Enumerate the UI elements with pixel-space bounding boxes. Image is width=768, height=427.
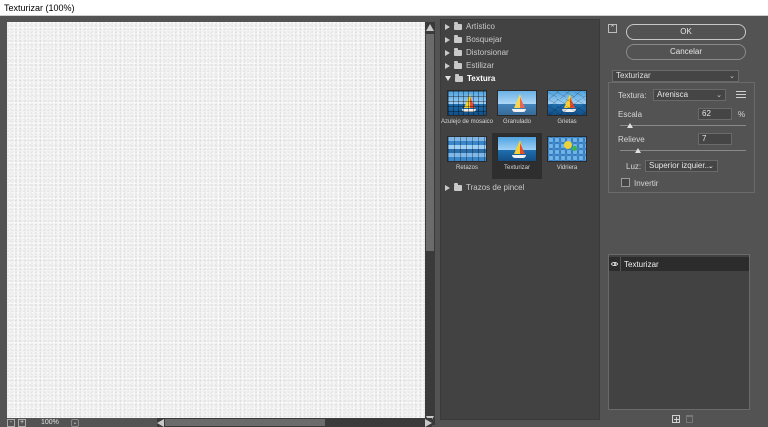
expand-triangle-icon (445, 184, 450, 191)
filter-thumbnail (547, 90, 587, 116)
chevron-down-icon: ⌄ (708, 163, 714, 170)
filter-label: Grietas (557, 119, 577, 125)
filter-label: Vidriera (556, 165, 578, 171)
horizontal-scroll-thumb[interactable] (165, 419, 325, 426)
relieve-label: Relieve (618, 135, 645, 144)
effect-layers-panel: Texturizar (608, 254, 750, 410)
luz-select-value: Superior izquier... (649, 161, 712, 170)
filter-vidriera[interactable]: Vidriera (542, 133, 592, 179)
filter-thumbnail (447, 90, 487, 116)
trash-icon[interactable] (686, 415, 693, 423)
zoom-dropdown-button[interactable]: ⌄ (71, 418, 79, 427)
filter-select[interactable]: Texturizar ⌄ (612, 70, 739, 82)
textura-select[interactable]: Arenisca ⌄ (653, 89, 726, 101)
category-label: Estilizar (466, 61, 495, 70)
filter-grietas[interactable]: Grietas (542, 87, 592, 133)
category-bosquejar[interactable]: Bosquejar (441, 33, 599, 46)
folder-icon (454, 35, 462, 43)
category-label: Distorsionar (466, 48, 509, 57)
escala-label: Escala (618, 110, 643, 119)
invertir-checkbox[interactable] (621, 178, 630, 187)
textura-select-value: Arenisca (657, 90, 689, 99)
zoom-level: 100% (41, 419, 59, 426)
filter-thumbnail (447, 136, 487, 162)
scroll-left-arrow-icon[interactable] (157, 419, 164, 427)
layer-actions (672, 415, 693, 423)
filter-label: Texturizar (503, 165, 530, 171)
preview-area: - + 100% ⌄ (0, 16, 436, 427)
category-label: Textura (467, 74, 496, 83)
preview-canvas[interactable] (7, 22, 425, 418)
filter-azulejo-de-mosaico[interactable]: Azulejo de mosaico (440, 87, 494, 133)
relieve-slider-knob[interactable] (634, 148, 641, 153)
settings-panel: ⌃ OK Cancelar Texturizar ⌄ Textura: Aren… (603, 19, 765, 427)
invertir-label: Invertir (634, 179, 659, 188)
category-label: Trazos de pincel (466, 183, 525, 192)
category-distorsionar[interactable]: Distorsionar (441, 46, 599, 59)
collapse-triangle-icon (445, 76, 451, 81)
window-title: Texturizar (100%) (4, 3, 75, 13)
filter-select-value: Texturizar (616, 71, 651, 80)
category-trazos-de-pincel[interactable]: Trazos de pincel (441, 181, 599, 194)
chevron-down-icon: ⌄ (716, 92, 722, 99)
escala-slider-track[interactable] (620, 125, 746, 126)
filter-thumbnail (547, 136, 587, 162)
textura-label: Textura: (618, 91, 647, 100)
chevron-down-icon: ⌄ (729, 73, 735, 80)
filter-label: Azulejo de mosaico (440, 119, 494, 125)
expand-triangle-icon (445, 49, 450, 56)
category-textura[interactable]: Textura (441, 72, 599, 85)
cancel-button[interactable]: Cancelar (626, 44, 746, 60)
folder-icon (454, 61, 462, 69)
new-effect-layer-icon[interactable] (672, 415, 680, 423)
scroll-right-arrow-icon[interactable] (425, 419, 432, 427)
eye-icon[interactable] (609, 257, 621, 271)
folder-icon (454, 22, 462, 30)
relieve-input[interactable]: 7 (698, 133, 732, 145)
vertical-scroll-thumb[interactable] (426, 34, 434, 251)
filter-texturizar[interactable]: Texturizar (492, 133, 542, 179)
filter-gallery: Artístico Bosquejar Distorsionar Estiliz… (440, 19, 600, 420)
escala-slider-knob[interactable] (627, 123, 634, 128)
effect-layer-row[interactable]: Texturizar (609, 257, 749, 271)
expand-triangle-icon (445, 23, 450, 30)
textura-thumbnails: Azulejo de mosaico Granulado Grietas Ret… (441, 85, 599, 181)
luz-label: Luz: (626, 162, 642, 171)
ok-button[interactable]: OK (626, 24, 746, 40)
folder-icon (454, 183, 462, 191)
preview-status-bar: - + 100% ⌄ (7, 418, 432, 427)
expand-triangle-icon (445, 62, 450, 69)
folder-icon (454, 48, 462, 56)
filter-thumbnail (497, 90, 537, 116)
vertical-scrollbar[interactable] (425, 22, 435, 425)
open-folder-icon (455, 74, 463, 82)
filter-label: Retazos (455, 165, 478, 171)
filter-parameters: Textura: Arenisca ⌄ Escala 62 % Relieve … (608, 82, 755, 193)
window-title-bar: Texturizar (100%) (0, 0, 768, 16)
category-label: Artístico (466, 22, 495, 31)
zoom-out-button[interactable]: - (7, 418, 15, 427)
luz-select[interactable]: Superior izquier... ⌄ (645, 160, 718, 172)
category-artistico[interactable]: Artístico (441, 20, 599, 33)
category-label: Bosquejar (466, 35, 503, 44)
filter-granulado[interactable]: Granulado (492, 87, 542, 133)
horizontal-scrollbar[interactable] (157, 418, 432, 427)
escala-unit: % (738, 110, 746, 119)
category-estilizar[interactable]: Estilizar (441, 59, 599, 72)
zoom-in-button[interactable]: + (18, 418, 26, 427)
filter-thumbnail (497, 136, 537, 162)
collapse-gallery-button[interactable]: ⌃ (608, 24, 617, 33)
escala-input[interactable]: 62 (698, 108, 732, 120)
texture-menu-icon[interactable] (736, 91, 746, 98)
effect-layer-name: Texturizar (624, 259, 659, 269)
filter-label: Granulado (502, 119, 532, 125)
filter-retazos[interactable]: Retazos (442, 133, 492, 179)
scroll-up-arrow-icon[interactable] (426, 24, 434, 31)
expand-triangle-icon (445, 36, 450, 43)
